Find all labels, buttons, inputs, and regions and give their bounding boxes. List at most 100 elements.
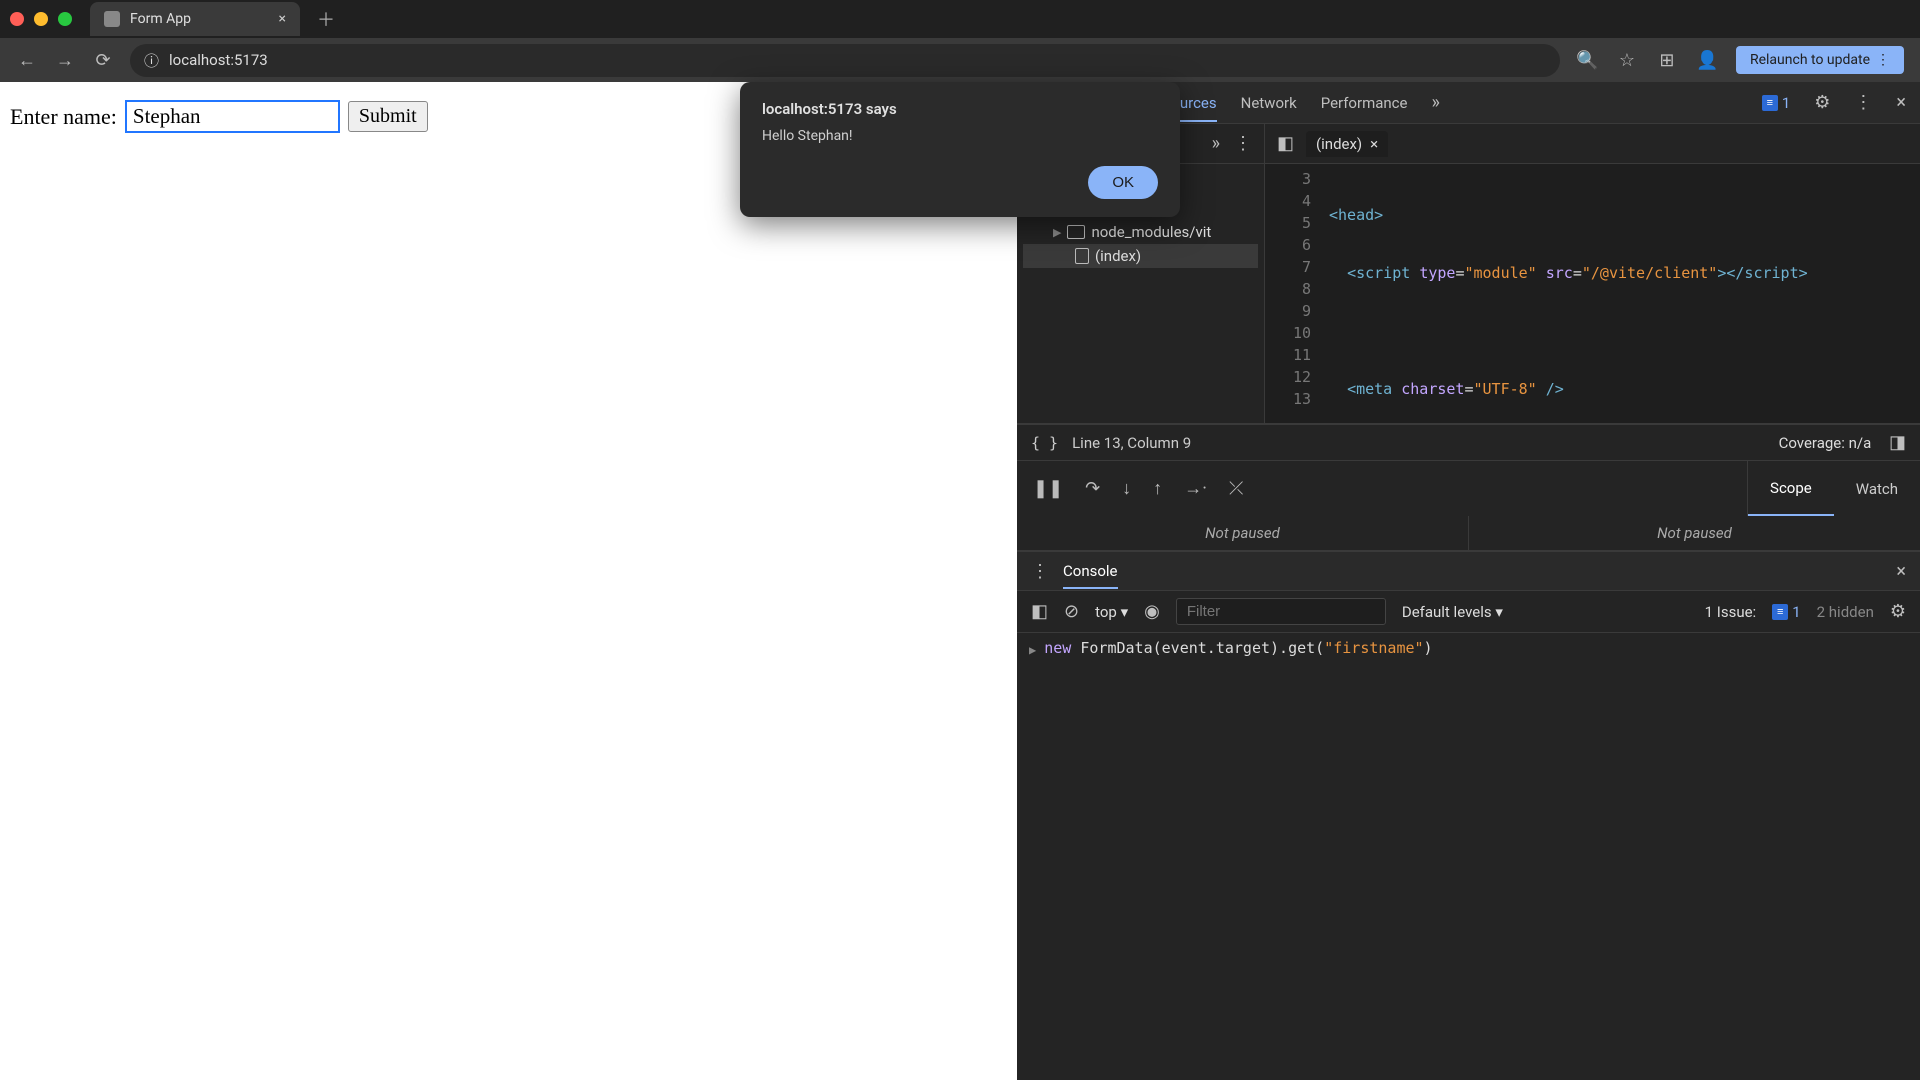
issues-chip[interactable]: ≡ 1: [1762, 94, 1790, 112]
deactivate-breakpoints-icon[interactable]: ⤫: [1229, 478, 1243, 499]
console-drawer-close-icon[interactable]: ×: [1896, 561, 1906, 582]
address-bar: ← → ⟳ ⓘ localhost:5173 🔍 ☆ ⊞ 👤 Relaunch …: [0, 38, 1920, 82]
debug-sidebar-tabs: Scope Watch: [1747, 461, 1920, 516]
live-expression-icon[interactable]: ◉: [1144, 601, 1160, 622]
browser-chrome: Form App × ＋ ← → ⟳ ⓘ localhost:5173 🔍 ☆ …: [0, 0, 1920, 82]
submit-button[interactable]: Submit: [348, 101, 428, 132]
js-alert-dialog: localhost:5173 says Hello Stephan! OK: [740, 82, 1180, 217]
content-row: Enter name: Submit ents Console Sources …: [0, 82, 1920, 1080]
code-area[interactable]: 3 4 5 6 7 8 9 10 11 12 13 <head>: [1265, 164, 1920, 423]
step-into-icon[interactable]: ↓: [1122, 478, 1131, 499]
chevron-down-icon: ▾: [1495, 603, 1503, 621]
browser-tab[interactable]: Form App ×: [90, 2, 300, 36]
clear-console-icon[interactable]: ⊘: [1064, 601, 1079, 622]
console-drawer-head: ⋮ Console ×: [1017, 551, 1920, 591]
step-out-icon[interactable]: ↑: [1153, 478, 1162, 499]
cursor-position: Line 13, Column 9: [1072, 434, 1191, 452]
chevron-down-icon: ▾: [1121, 603, 1129, 621]
devtools-menu-icon[interactable]: ⋮: [1854, 92, 1872, 113]
editor-tab-close-icon[interactable]: ×: [1370, 135, 1378, 153]
console-sidebar-toggle-icon[interactable]: ◧: [1031, 601, 1048, 622]
console-output[interactable]: ▶ new FormData(event.target).get("firstn…: [1017, 633, 1920, 1080]
console-drawer-title[interactable]: Console: [1063, 562, 1118, 589]
step-over-icon[interactable]: ↷: [1085, 478, 1100, 499]
navigator-menu-icon[interactable]: ⋮: [1234, 133, 1252, 154]
editor-tabs: ◧ (index) ×: [1265, 124, 1920, 164]
debugger-toolbar: ❚❚ ↷ ↓ ↑ →· ⤫ Scope Watch: [1017, 460, 1920, 516]
line-gutter: 3 4 5 6 7 8 9 10 11 12 13: [1265, 164, 1321, 423]
alert-title: localhost:5173 says: [762, 100, 1158, 118]
site-info-icon[interactable]: ⓘ: [144, 50, 159, 71]
bookmark-icon[interactable]: ☆: [1616, 50, 1638, 71]
alert-ok-button[interactable]: OK: [1088, 166, 1158, 199]
tree-folder-label: node_modules/vit: [1091, 223, 1211, 241]
profile-icon[interactable]: 👤: [1696, 50, 1718, 71]
editor-status-bar: { } Line 13, Column 9 Coverage: n/a ◨: [1017, 424, 1920, 460]
settings-gear-icon[interactable]: ⚙: [1814, 92, 1830, 113]
zoom-icon[interactable]: 🔍: [1576, 50, 1598, 71]
scope-not-paused: Not paused: [1468, 516, 1920, 550]
more-tabs-icon[interactable]: »: [1431, 92, 1439, 113]
console-filter-input[interactable]: [1176, 598, 1386, 625]
page-body: Enter name: Submit: [0, 82, 1017, 1080]
caret-right-icon: ▶: [1053, 226, 1061, 239]
tree-file-index[interactable]: (index): [1023, 244, 1258, 268]
coverage-label: Coverage: n/a: [1779, 434, 1872, 452]
expand-caret-icon[interactable]: ▶: [1029, 643, 1036, 657]
addr-right: 🔍 ☆ ⊞ 👤 Relaunch to update ⋮: [1576, 46, 1904, 74]
back-button[interactable]: ←: [16, 50, 38, 71]
tab-title: Form App: [130, 11, 191, 27]
issue-badge-icon: ≡: [1772, 604, 1788, 620]
forward-button[interactable]: →: [54, 50, 76, 71]
maximize-window-button[interactable]: [58, 12, 72, 26]
relaunch-button[interactable]: Relaunch to update ⋮: [1736, 46, 1904, 74]
tab-performance[interactable]: Performance: [1321, 94, 1408, 112]
toggle-navigator-icon[interactable]: ◧: [1277, 133, 1294, 154]
tab-strip: Form App × ＋: [0, 0, 1920, 38]
source-editor: ◧ (index) × 3 4 5 6 7 8 9 10: [1265, 124, 1920, 423]
more-panels-icon[interactable]: »: [1212, 133, 1220, 154]
file-icon: [1075, 248, 1089, 264]
code-lines: <head> <script type="module" src="/@vite…: [1321, 164, 1920, 423]
folder-icon: [1067, 225, 1085, 239]
relaunch-label: Relaunch to update: [1750, 52, 1870, 68]
close-tab-button[interactable]: ×: [279, 11, 286, 27]
pause-button[interactable]: ❚❚: [1033, 478, 1063, 499]
console-context[interactable]: top ▾: [1095, 603, 1128, 621]
callstack-not-paused: Not paused: [1017, 516, 1468, 550]
omnibox[interactable]: ⓘ localhost:5173: [130, 44, 1560, 77]
alert-message: Hello Stephan!: [762, 128, 1158, 144]
devtools-close-icon[interactable]: ×: [1896, 92, 1906, 113]
url-text: localhost:5173: [169, 51, 268, 69]
issues-chip-2[interactable]: ≡ 1: [1772, 603, 1800, 621]
drawer-menu-icon[interactable]: ⋮: [1031, 561, 1049, 582]
menu-icon: ⋮: [1876, 52, 1890, 68]
name-input[interactable]: [125, 100, 340, 133]
editor-tab-index[interactable]: (index) ×: [1306, 131, 1388, 157]
new-tab-button[interactable]: ＋: [312, 5, 340, 33]
name-label: Enter name:: [10, 104, 117, 130]
favicon-icon: [104, 11, 120, 27]
reload-button[interactable]: ⟳: [92, 50, 114, 71]
close-window-button[interactable]: [10, 12, 24, 26]
watch-tab[interactable]: Watch: [1834, 461, 1920, 516]
scope-tab[interactable]: Scope: [1748, 461, 1834, 516]
console-settings-icon[interactable]: ⚙: [1890, 601, 1906, 622]
tree-folder-nodemodules[interactable]: ▶ node_modules/vit: [1023, 220, 1258, 244]
log-levels-dropdown[interactable]: Default levels ▾: [1402, 603, 1503, 621]
tab-network[interactable]: Network: [1241, 94, 1297, 112]
minimize-window-button[interactable]: [34, 12, 48, 26]
extensions-icon[interactable]: ⊞: [1656, 50, 1678, 71]
paused-row: Not paused Not paused: [1017, 516, 1920, 551]
console-line: ▶ new FormData(event.target).get("firstn…: [1029, 639, 1908, 657]
editor-tab-label: (index): [1316, 135, 1362, 153]
pretty-print-icon[interactable]: { }: [1031, 434, 1058, 452]
issue-count: 1: [1782, 94, 1790, 112]
toggle-sidebar-icon[interactable]: ◨: [1889, 432, 1906, 453]
tree-file-label: (index): [1095, 247, 1141, 265]
step-icon[interactable]: →·: [1184, 478, 1207, 499]
window-controls: [10, 12, 72, 26]
hidden-count: 2 hidden: [1817, 603, 1874, 621]
devtools-panel: ents Console Sources Network Performance…: [1017, 82, 1920, 1080]
console-toolbar: ◧ ⊘ top ▾ ◉ Default levels ▾ 1 Issue: ≡ …: [1017, 591, 1920, 633]
